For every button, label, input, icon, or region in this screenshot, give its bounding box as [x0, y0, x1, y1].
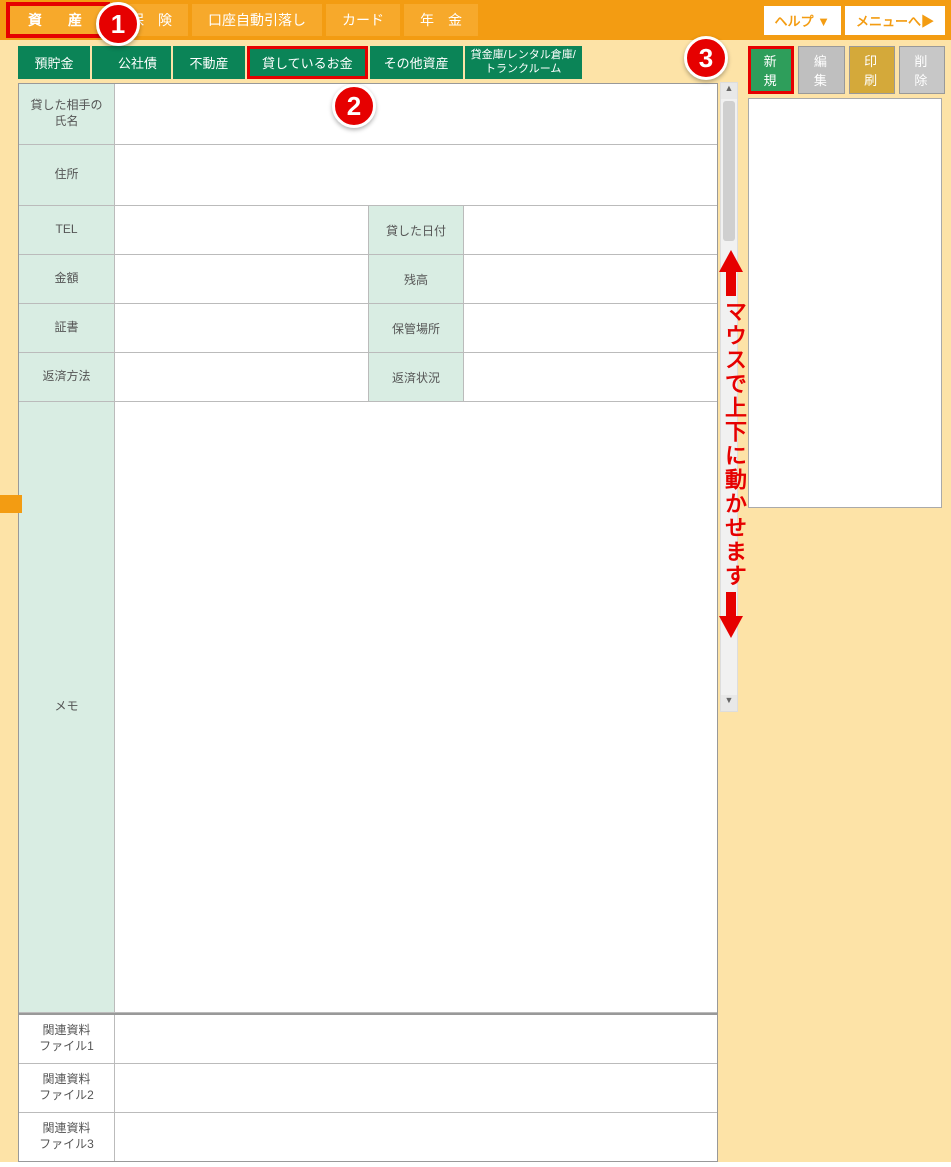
sub-tabs: 預貯金 公社債 不動産 貸しているお金 その他資産 貸金庫/レンタル倉庫/ トラ… [6, 46, 742, 79]
field-file3[interactable] [115, 1113, 717, 1161]
field-file2[interactable] [115, 1064, 717, 1112]
action-row: 新 規 編 集 印 刷 削 除 [748, 46, 945, 94]
field-lender-name[interactable] [115, 84, 717, 144]
scroll-hint-overlay: マウスで上下に動かせます [718, 250, 744, 638]
delete-button[interactable]: 削 除 [899, 46, 945, 94]
field-storage[interactable] [464, 304, 717, 352]
field-file1[interactable] [115, 1015, 717, 1063]
new-button[interactable]: 新 規 [748, 46, 794, 94]
right-area: 新 規 編 集 印 刷 削 除 [742, 46, 945, 508]
label-amount: 金額 [19, 255, 115, 303]
scroll-up-icon[interactable]: ▲ [721, 83, 737, 99]
label-tel: TEL [19, 206, 115, 254]
subtab-bonds[interactable]: 公社債 [92, 46, 171, 79]
nav-pension[interactable]: 年 金 [404, 4, 478, 36]
field-repay-status[interactable] [464, 353, 717, 401]
subtab-lent-money[interactable]: 貸しているお金 [247, 46, 368, 79]
label-file3: 関連資料 ファイル3 [19, 1113, 115, 1161]
arrow-up-icon [719, 250, 743, 272]
scroll-hint-text: マウスで上下に動かせます [718, 300, 750, 588]
label-cert: 証書 [19, 304, 115, 352]
subtab-storage[interactable]: 貸金庫/レンタル倉庫/ トランクルーム [465, 46, 582, 79]
field-memo[interactable] [115, 402, 717, 1012]
label-repay-status: 返済状況 [368, 353, 464, 401]
callout-3: 3 [684, 36, 728, 80]
field-lent-date[interactable] [464, 206, 717, 254]
field-cert[interactable] [115, 304, 368, 352]
label-storage: 保管場所 [368, 304, 464, 352]
callout-2: 2 [332, 84, 376, 128]
nav-assets[interactable]: 資 産 [6, 2, 110, 38]
edit-button[interactable]: 編 集 [798, 46, 844, 94]
menu-button[interactable]: メニューへ▶ [845, 6, 945, 35]
content-band: 預貯金 公社債 不動産 貸しているお金 その他資産 貸金庫/レンタル倉庫/ トラ… [0, 40, 951, 1162]
subtab-savings[interactable]: 預貯金 [18, 46, 90, 79]
label-file1: 関連資料 ファイル1 [19, 1015, 115, 1063]
field-repay-method[interactable] [115, 353, 368, 401]
help-button[interactable]: ヘルプ ▼ [764, 6, 841, 35]
label-memo: メモ [19, 402, 115, 1012]
nav-auto-debit[interactable]: 口座自動引落し [192, 4, 322, 36]
scroll-down-icon[interactable]: ▼ [721, 695, 737, 711]
record-list-panel[interactable] [748, 98, 942, 508]
band-edge [0, 495, 22, 513]
arrow-shaft [726, 592, 736, 618]
scroll-thumb[interactable] [723, 101, 735, 241]
label-lender-name: 貸した相手の 氏名 [19, 84, 115, 144]
field-address[interactable] [115, 145, 717, 205]
form-panel: 貸した相手の 氏名 住所 TEL 貸した日付 金額 残高 [18, 83, 718, 1162]
top-nav: 資 産 保 険 口座自動引落し カード 年 金 ヘルプ ▼ メニューへ▶ [0, 0, 951, 40]
nav-card[interactable]: カード [326, 4, 400, 36]
subtab-realestate[interactable]: 不動産 [173, 46, 245, 79]
callout-1: 1 [96, 2, 140, 46]
field-amount[interactable] [115, 255, 368, 303]
label-address: 住所 [19, 145, 115, 205]
left-area: 預貯金 公社債 不動産 貸しているお金 その他資産 貸金庫/レンタル倉庫/ トラ… [6, 46, 742, 1162]
subtab-other-assets[interactable]: その他資産 [370, 46, 463, 79]
arrow-shaft [726, 270, 736, 296]
field-tel[interactable] [115, 206, 368, 254]
arrow-down-icon [719, 616, 743, 638]
label-repay-method: 返済方法 [19, 353, 115, 401]
label-lent-date: 貸した日付 [368, 206, 464, 254]
label-file2: 関連資料 ファイル2 [19, 1064, 115, 1112]
label-balance: 残高 [368, 255, 464, 303]
field-balance[interactable] [464, 255, 717, 303]
print-button[interactable]: 印 刷 [849, 46, 895, 94]
